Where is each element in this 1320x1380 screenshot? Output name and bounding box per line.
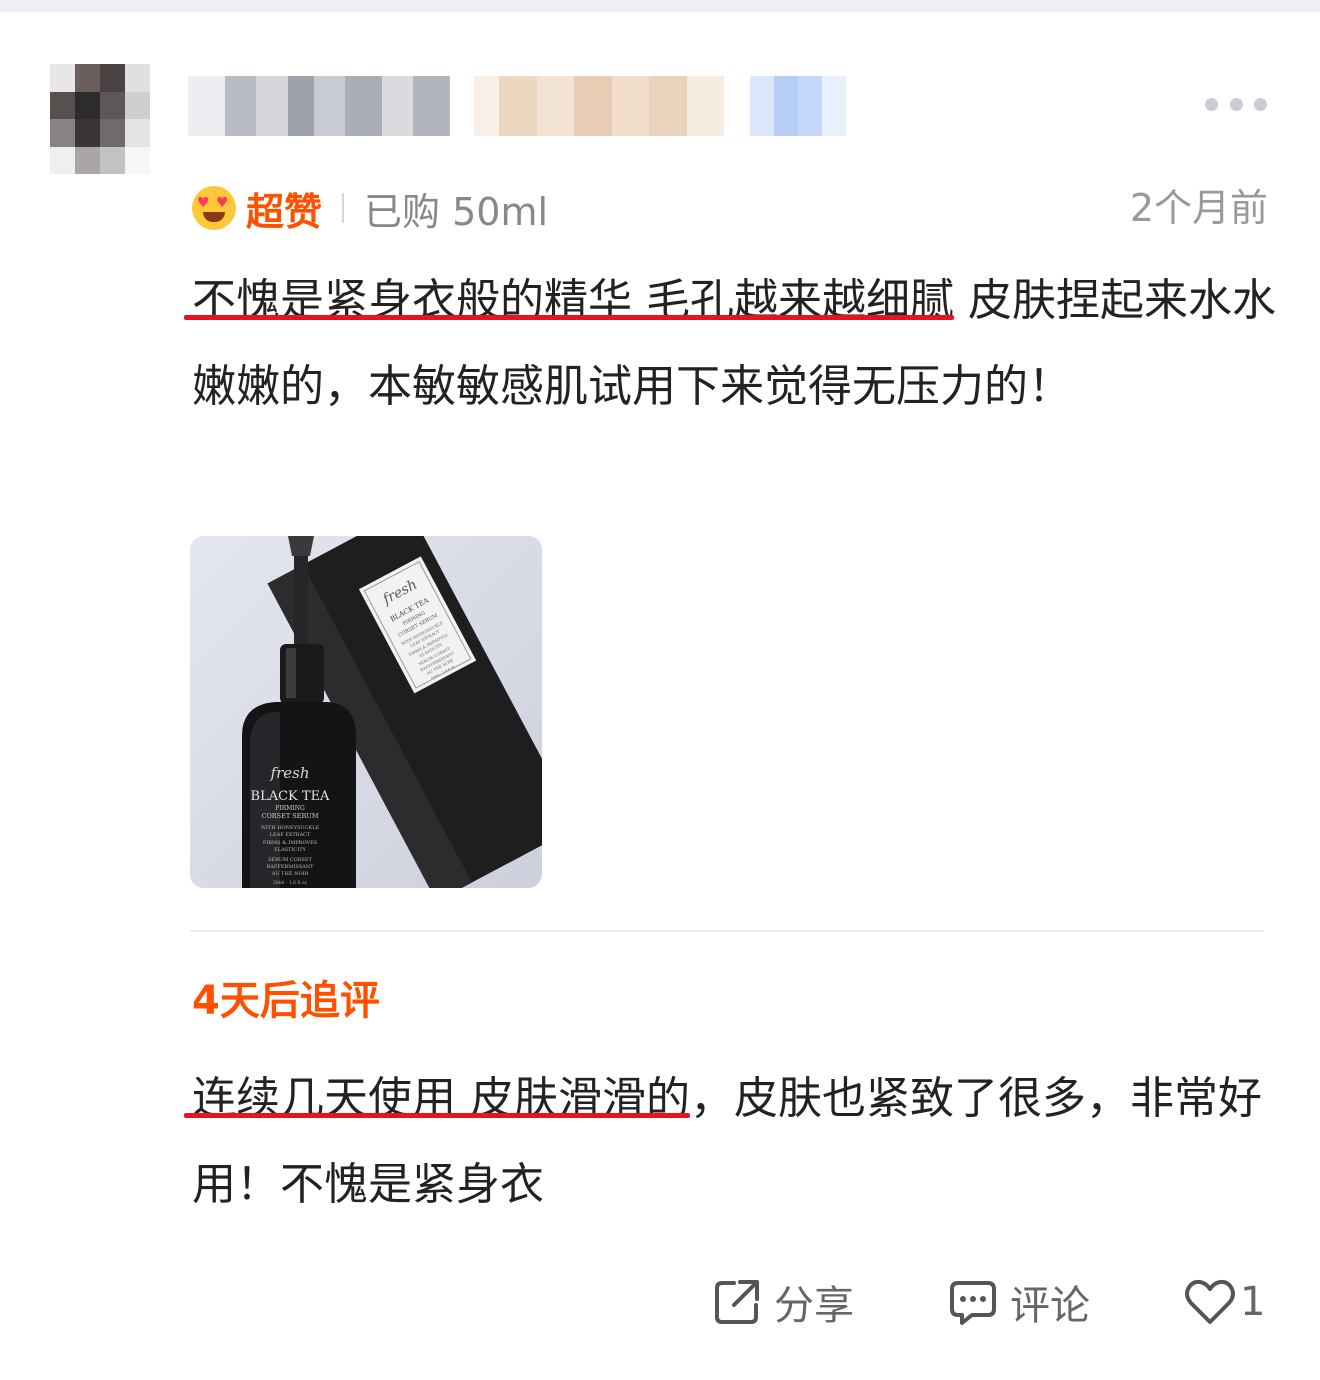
- comment-button[interactable]: 评论: [948, 1270, 1090, 1334]
- comment-label: 评论: [1010, 1283, 1090, 1329]
- bottle-brand: fresh: [270, 764, 310, 782]
- more-options-icon[interactable]: [1205, 96, 1267, 112]
- product-image: fresh BLACK TEA FIRMING CORSET SERUM WIT…: [190, 536, 542, 888]
- purchase-spec: 已购 50ml: [364, 189, 549, 234]
- avatar[interactable]: [50, 64, 150, 174]
- bottle-line-1: FIRMING: [275, 805, 305, 812]
- bottle-line-6: ELASTICITY: [274, 847, 306, 853]
- bottle-line-8: RAFFERMISSANT: [267, 864, 315, 870]
- rating-row: ♥ ♥ 超赞 已购 50ml: [192, 180, 548, 236]
- bottle-line-3: WITH HONEYSUCKLE: [261, 825, 320, 831]
- followup-text: 连续几天使用 皮肤滑滑的，皮肤也紧致了很多，非常好用！不愧是紧身衣: [192, 1056, 1282, 1228]
- bottle-line-5: FIRMS & IMPROVES: [263, 840, 318, 846]
- bottle-line-7: SÉRUM CORSET: [268, 855, 313, 863]
- divider: [342, 193, 345, 223]
- bottle-line-9: AU THÉ NOIR: [271, 869, 309, 877]
- like-button[interactable]: 1: [1184, 1270, 1265, 1334]
- share-icon: [715, 1280, 759, 1324]
- review-time: 2个月前: [1129, 186, 1268, 230]
- bottle-line-0: BLACK TEA: [251, 789, 331, 804]
- section-divider: [190, 930, 1264, 932]
- bottle-line-2: CORSET SERUM: [261, 812, 318, 820]
- followup-title: 4天后追评: [192, 978, 380, 1024]
- comment-icon: [950, 1281, 996, 1325]
- rating-label: 超赞: [246, 189, 323, 234]
- share-button[interactable]: 分享: [712, 1270, 854, 1334]
- review-highlight: 不愧是紧身衣般的精华 毛孔越来越细腻: [192, 275, 954, 326]
- username-blurred[interactable]: [188, 76, 450, 136]
- member-tag-blurred: [474, 76, 724, 136]
- heart-icon: [1185, 1279, 1235, 1324]
- review-text: 不愧是紧身衣般的精华 毛孔越来越细腻 皮肤捏起来水水嫩嫩的，本敏敏感肌试用下来觉…: [192, 258, 1282, 430]
- bottle-line-4: LEAF EXTRACT: [270, 832, 311, 838]
- top-separator-strip: [0, 0, 1320, 12]
- heart-eyes-emoji-icon: ♥ ♥: [192, 186, 236, 230]
- like-count: 1: [1240, 1279, 1266, 1325]
- level-badge-blurred: [750, 76, 846, 136]
- share-label: 分享: [774, 1283, 854, 1329]
- followup-highlight: 连续几天使用 皮肤滑滑的: [192, 1073, 690, 1124]
- bottle-line-10: 50ml - 1.6 fl.oz: [273, 880, 308, 886]
- review-photo[interactable]: fresh BLACK TEA FIRMING CORSET SERUM WIT…: [190, 536, 542, 888]
